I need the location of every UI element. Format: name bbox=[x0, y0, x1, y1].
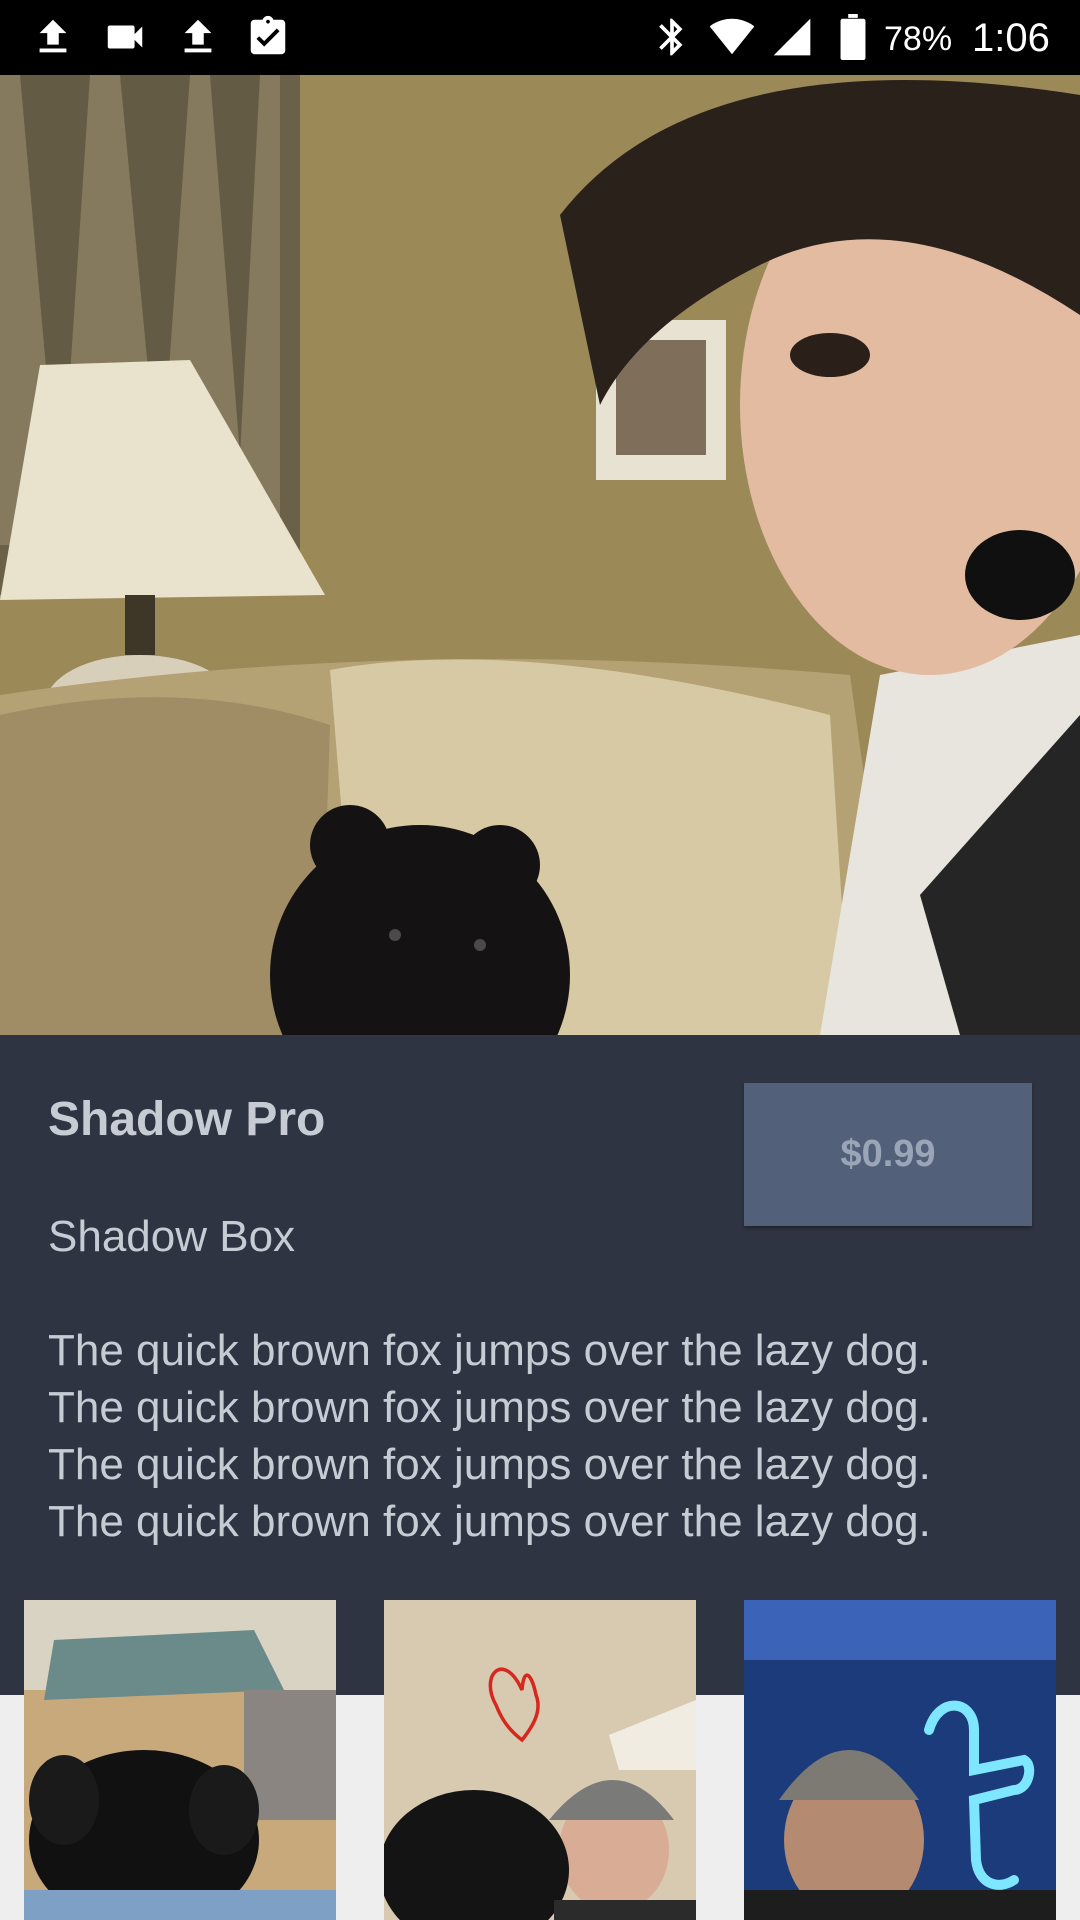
description-line: The quick brown fox jumps over the lazy … bbox=[48, 1326, 931, 1375]
description-line: The quick brown fox jumps over the lazy … bbox=[48, 1383, 931, 1432]
upload-icon bbox=[175, 14, 221, 65]
battery-percentage: 78% bbox=[884, 20, 953, 58]
clipboard-check-icon bbox=[245, 14, 291, 65]
thumbnail-image-1[interactable] bbox=[24, 1600, 336, 1920]
description-line: The quick brown fox jumps over the lazy … bbox=[48, 1497, 931, 1546]
hero-image bbox=[0, 75, 1080, 1035]
product-description: The quick brown fox jumps over the lazy … bbox=[48, 1322, 1048, 1550]
description-line: The quick brown fox jumps over the lazy … bbox=[48, 1440, 931, 1489]
upload-icon bbox=[30, 14, 76, 65]
buy-price-button[interactable]: $0.99 bbox=[744, 1083, 1032, 1226]
product-category: Shadow Box bbox=[48, 1212, 296, 1261]
status-bar: 78% 1:06 bbox=[0, 0, 1080, 75]
thumbnail-image-3[interactable] bbox=[744, 1600, 1056, 1920]
videocam-icon bbox=[100, 14, 150, 65]
clock-time: 1:06 bbox=[972, 16, 1050, 60]
thumbnail-image-2[interactable] bbox=[384, 1600, 696, 1920]
bluetooth-icon bbox=[650, 14, 694, 65]
battery-icon bbox=[836, 14, 870, 65]
product-title: Shadow Pro bbox=[48, 1093, 326, 1146]
wifi-icon bbox=[704, 14, 760, 65]
signal-icon bbox=[770, 14, 814, 65]
